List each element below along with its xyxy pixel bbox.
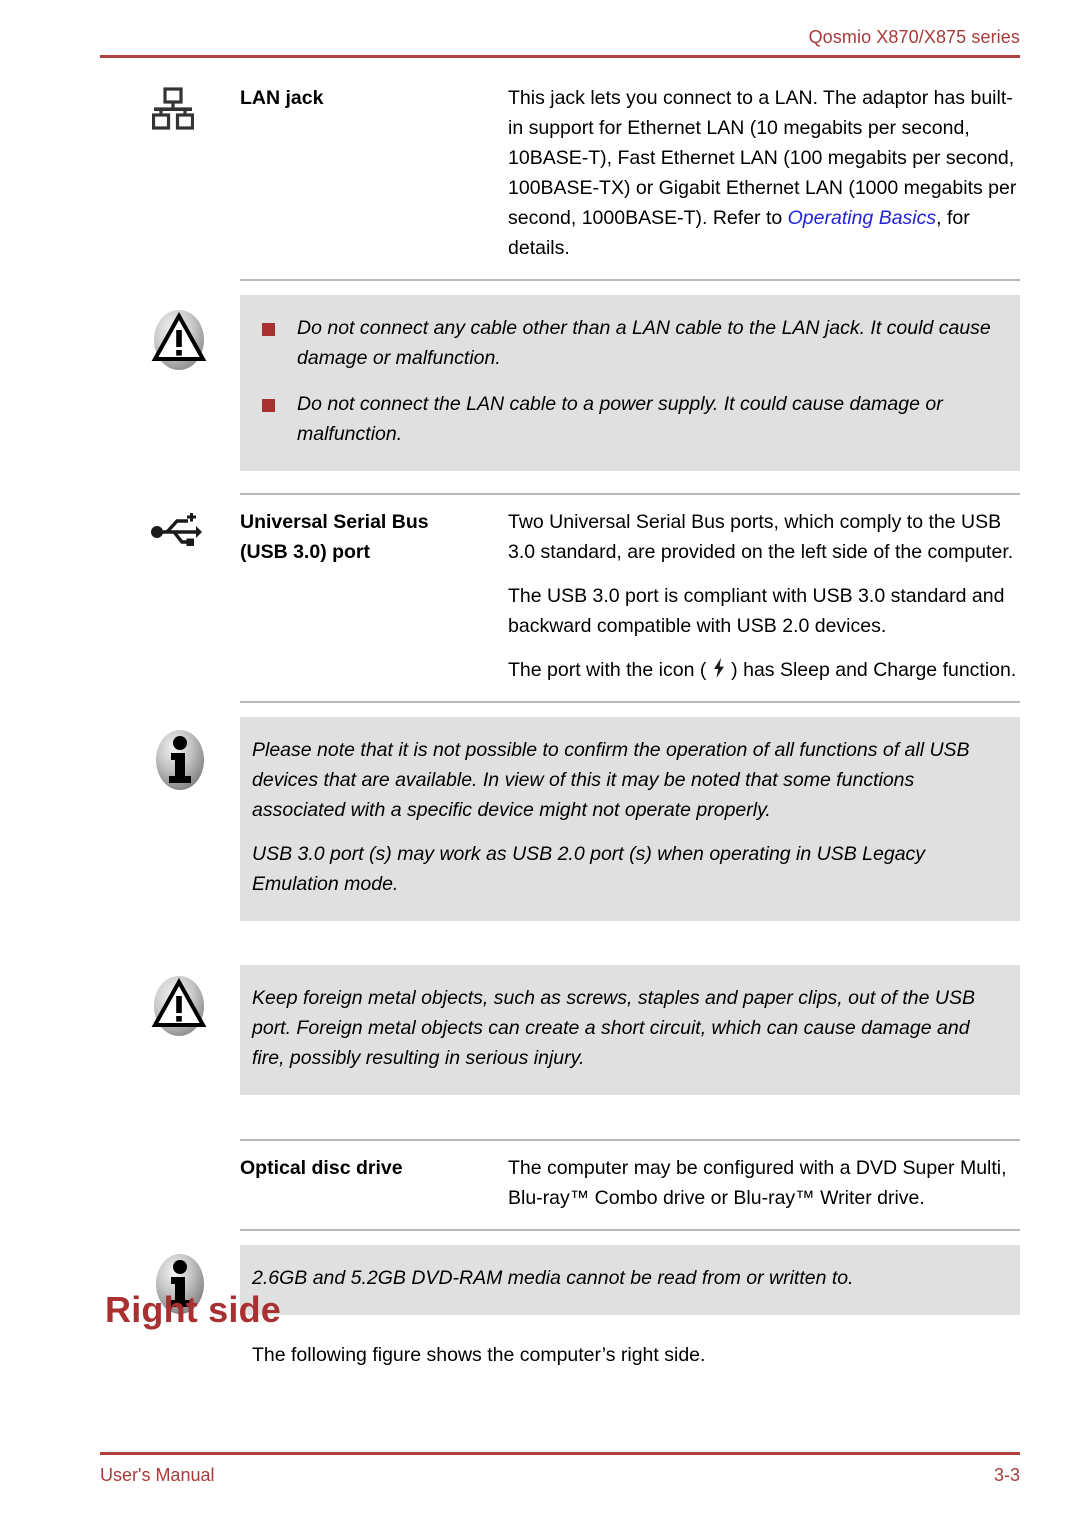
page-section-heading: Right side: [105, 1289, 282, 1330]
separator-before-optical: [240, 1139, 1020, 1141]
lan-jack-label: LAN jack: [240, 87, 324, 109]
footer-page-number: 3-3: [993, 1465, 1020, 1485]
info-paragraph: 2.6GB and 5.2GB DVD-RAM media cannot be …: [252, 1267, 854, 1289]
usb-paragraph: The USB 3.0 port is compliant with USB 3…: [508, 585, 1005, 637]
caution-icon-cell-lan: [0, 295, 240, 371]
usb-port-description: Two Universal Serial Bus ports, which co…: [508, 499, 1080, 685]
info-body-optical: 2.6GB and 5.2GB DVD-RAM media cannot be …: [240, 1245, 1020, 1315]
sleep-charge-suffix: ) has Sleep and Charge function.: [725, 659, 1017, 681]
usb-icon: [151, 513, 202, 546]
optical-disc-drive-description: The computer may be configured with a DV…: [508, 1145, 1080, 1213]
usb-paragraph: Two Universal Serial Bus ports, which co…: [508, 511, 1014, 563]
separator-after-lan: [240, 279, 1020, 281]
bullet-square-icon: [262, 399, 275, 412]
optical-disc-drive-label: Optical disc drive: [240, 1157, 403, 1179]
caution-body-lan: Do not connect any cable other than a LA…: [240, 295, 1020, 471]
footer-left-label: User's Manual: [100, 1465, 215, 1485]
caution-block-lan: Do not connect any cable other than a LA…: [0, 295, 1080, 471]
caution-bullet-item: Do not connect the LAN cable to a power …: [252, 389, 992, 449]
bullet-square-icon: [262, 323, 275, 336]
caution-paragraph: Keep foreign metal objects, such as scre…: [252, 987, 975, 1069]
page-footer: User's Manual 3-3: [100, 1452, 1020, 1486]
lan-jack-icon: [152, 87, 194, 130]
operating-basics-link[interactable]: Operating Basics: [788, 207, 937, 229]
caution-icon: [151, 310, 207, 370]
page-section-text: The following figure shows the computer’…: [252, 1344, 706, 1366]
info-icon: [156, 730, 204, 790]
info-block-usb: Please note that it is not possible to c…: [0, 717, 1080, 921]
separator-after-optical: [240, 1229, 1020, 1231]
caution-icon-cell-usb: [0, 965, 240, 1037]
info-body-usb: Please note that it is not possible to c…: [240, 717, 1020, 921]
usb-port-label-line2: (USB 3.0) port: [240, 541, 371, 563]
page-header: Qosmio X870/X875 series: [100, 26, 1020, 58]
sleep-charge-prefix: The port with the icon (: [508, 659, 712, 681]
caution-bullet-text: Do not connect the LAN cable to a power …: [297, 393, 943, 445]
usb-port-label: Universal Serial Bus (USB 3.0) port: [240, 499, 508, 567]
lightning-bolt-icon: [713, 658, 724, 678]
info-icon-cell-usb: [0, 717, 240, 791]
separator-before-usb: [240, 493, 1020, 495]
footer-divider: [100, 1452, 1020, 1455]
spec-row-optical-disc-drive: Optical disc drive The computer may be c…: [0, 1145, 1080, 1213]
usb-port-label-line1: Universal Serial Bus: [240, 511, 429, 533]
spec-row-usb-port: Universal Serial Bus (USB 3.0) port Two …: [0, 499, 1080, 685]
page-content: LAN jack This jack lets you connect to a…: [0, 75, 1080, 1315]
usb-sleep-charge-paragraph: The port with the icon ( ) has Sleep and…: [508, 655, 1022, 685]
info-paragraph: Please note that it is not possible to c…: [252, 739, 970, 821]
caution-bullet-item: Do not connect any cable other than a LA…: [252, 313, 992, 373]
optical-icon-cell: [0, 1145, 240, 1157]
info-paragraph: USB 3.0 port (s) may work as USB 2.0 por…: [252, 843, 926, 895]
footer-row: User's Manual 3-3: [100, 1464, 1020, 1486]
lan-jack-description: This jack lets you connect to a LAN. The…: [508, 75, 1080, 263]
manual-page: Qosmio X870/X875 series LAN jack This ja…: [0, 0, 1080, 1521]
usb-icon-cell: [0, 499, 240, 549]
separator-after-usb: [240, 701, 1020, 703]
spec-row-lan-jack: LAN jack This jack lets you connect to a…: [0, 75, 1080, 263]
caution-body-usb: Keep foreign metal objects, such as scre…: [240, 965, 1020, 1095]
optical-paragraph: The computer may be configured with a DV…: [508, 1157, 1007, 1209]
header-divider: [100, 55, 1020, 58]
caution-bullet-text: Do not connect any cable other than a LA…: [297, 317, 991, 369]
caution-block-usb: Keep foreign metal objects, such as scre…: [0, 965, 1080, 1095]
header-title: Qosmio X870/X875 series: [808, 27, 1020, 47]
caution-icon: [151, 976, 207, 1036]
lan-jack-icon-cell: [0, 75, 240, 131]
